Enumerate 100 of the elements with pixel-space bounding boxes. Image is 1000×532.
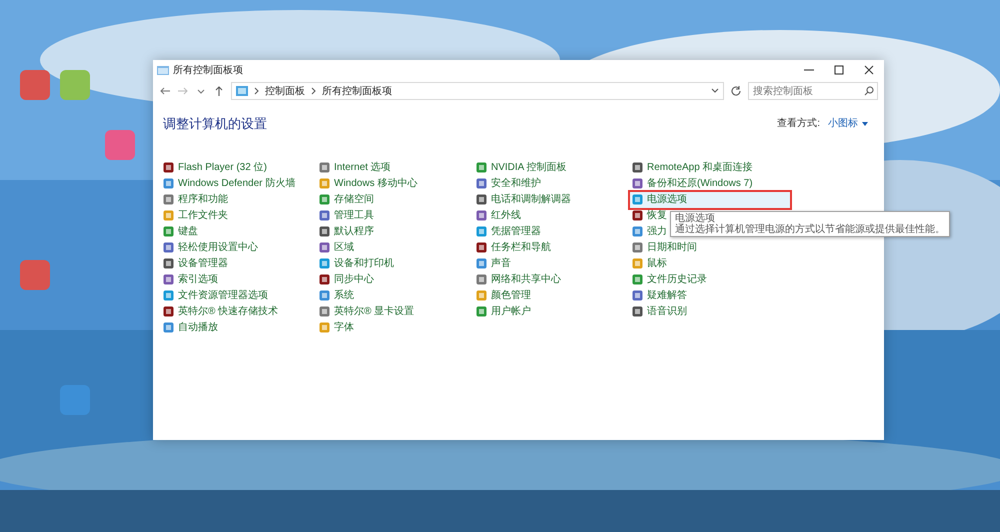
tile-icon	[476, 210, 487, 221]
control-panel-item[interactable]: 电源选项	[630, 192, 790, 208]
control-panel-item[interactable]: 同步中心	[317, 272, 376, 288]
tile-icon	[319, 290, 330, 301]
maximize-icon	[834, 65, 844, 75]
caret-icon	[862, 122, 868, 126]
control-panel-item[interactable]: 日期和时间	[630, 240, 699, 256]
control-panel-item[interactable]: 网络和共享中心	[474, 272, 563, 288]
control-panel-item[interactable]: 疑难解答	[630, 288, 689, 304]
tile-icon	[476, 162, 487, 173]
tile-icon	[163, 226, 174, 237]
tile-icon	[319, 322, 330, 333]
tile-icon	[476, 178, 487, 189]
control-panel-item[interactable]: 红外线	[474, 208, 523, 224]
control-panel-item[interactable]: 电话和调制解调器	[474, 192, 573, 208]
tile-icon	[632, 274, 643, 285]
close-icon	[864, 65, 874, 75]
tile-icon	[319, 274, 330, 285]
control-panel-item[interactable]: Internet 选项	[317, 160, 393, 176]
tile-icon	[163, 242, 174, 253]
tile-icon	[632, 242, 643, 253]
tile-icon	[476, 290, 487, 301]
control-panel-item[interactable]: 键盘	[161, 224, 200, 240]
control-panel-item[interactable]: 任务栏和导航	[474, 240, 553, 256]
view-label: 查看方式:	[777, 116, 820, 132]
control-panel-item[interactable]: 存储空间	[317, 192, 376, 208]
refresh-icon[interactable]	[730, 85, 742, 97]
tile-icon	[163, 210, 174, 221]
up-arrow-icon[interactable]	[213, 85, 225, 97]
tile-icon	[319, 178, 330, 189]
tile-icon	[476, 226, 487, 237]
tile-icon	[319, 210, 330, 221]
tile-icon	[632, 306, 643, 317]
control-panel-item[interactable]: 鼠标	[630, 256, 669, 272]
control-panel-item[interactable]: 颜色管理	[474, 288, 533, 304]
control-panel-item[interactable]: Flash Player (32 位)	[161, 160, 269, 176]
control-panel-item[interactable]: 管理工具	[317, 208, 376, 224]
tile-icon	[163, 322, 174, 333]
tile-icon	[163, 162, 174, 173]
control-panel-item[interactable]: 默认程序	[317, 224, 376, 240]
control-panel-item[interactable]: 区域	[317, 240, 356, 256]
control-panel-item[interactable]: 自动播放	[161, 320, 220, 336]
window-title: 所有控制面板项	[173, 64, 243, 78]
control-panel-item[interactable]: 备份和还原(Windows 7)	[630, 176, 755, 192]
tile-icon	[319, 242, 330, 253]
tile-icon	[319, 162, 330, 173]
tile-icon	[476, 274, 487, 285]
control-panel-item[interactable]: 安全和维护	[474, 176, 543, 192]
search-icon	[864, 86, 874, 96]
tooltip-text: 通过选择计算机管理电源的方式以节省能源或提供最佳性能。	[675, 224, 945, 235]
control-panel-item[interactable]: 轻松使用设置中心	[161, 240, 260, 256]
tile-icon	[632, 210, 643, 221]
tile-icon	[476, 306, 487, 317]
tile-icon	[476, 242, 487, 253]
chevron-down-icon[interactable]	[711, 88, 719, 94]
control-panel-item[interactable]: 英特尔® 快速存储技术	[161, 304, 280, 320]
control-panel-item[interactable]: 设备和打印机	[317, 256, 396, 272]
tile-icon	[163, 274, 174, 285]
control-panel-item[interactable]: 强力	[630, 224, 669, 240]
back-arrow-icon[interactable]	[159, 85, 171, 97]
tile-icon	[319, 226, 330, 237]
control-panel-item[interactable]: 程序和功能	[161, 192, 230, 208]
tile-icon	[632, 178, 643, 189]
tile-icon	[163, 290, 174, 301]
control-panel-item[interactable]: 文件历史记录	[630, 272, 709, 288]
control-panel-item[interactable]: 语音识别	[630, 304, 689, 320]
control-panel-item[interactable]: 系统	[317, 288, 356, 304]
tile-icon	[319, 306, 330, 317]
tile-icon	[476, 194, 487, 205]
control-panel-item[interactable]: RemoteApp 和桌面连接	[630, 160, 755, 176]
chevron-right-icon	[311, 87, 316, 95]
control-panel-item[interactable]: 工作文件夹	[161, 208, 230, 224]
control-panel-item[interactable]: 英特尔® 显卡设置	[317, 304, 416, 320]
control-panel-item[interactable]: 索引选项	[161, 272, 220, 288]
tile-icon	[319, 194, 330, 205]
control-panel-item[interactable]: Windows Defender 防火墙	[161, 176, 298, 192]
control-panel-item[interactable]: 恢复	[630, 208, 669, 224]
chevron-right-icon	[254, 87, 259, 95]
control-panel-item[interactable]: Windows 移动中心	[317, 176, 420, 192]
control-panel-item[interactable]: 声音	[474, 256, 513, 272]
control-panel-item[interactable]: 字体	[317, 320, 356, 336]
address-bar[interactable]: 控制面板 所有控制面板项	[231, 82, 724, 100]
page-heading: 调整计算机的设置	[163, 115, 267, 133]
tile-icon	[163, 178, 174, 189]
tile-icon	[632, 162, 643, 173]
control-panel-item[interactable]: 设备管理器	[161, 256, 230, 272]
folder-icon	[157, 65, 169, 75]
view-dropdown[interactable]: 小图标	[828, 116, 868, 132]
control-panel-item[interactable]: NVIDIA 控制面板	[474, 160, 569, 176]
control-panel-item[interactable]: 文件资源管理器选项	[161, 288, 270, 304]
breadcrumb[interactable]: 所有控制面板项	[322, 84, 392, 98]
tile-icon	[632, 194, 643, 205]
control-panel-item[interactable]: 凭据管理器	[474, 224, 543, 240]
breadcrumb[interactable]: 控制面板	[265, 84, 305, 98]
search-field[interactable]: 搜索控制面板	[748, 82, 878, 100]
tooltip-title: 电源选项	[675, 213, 715, 224]
control-panel-icon	[236, 86, 248, 96]
control-panel-item[interactable]: 用户帐户	[474, 304, 533, 320]
tile-icon	[632, 290, 643, 301]
tile-icon	[632, 226, 643, 237]
